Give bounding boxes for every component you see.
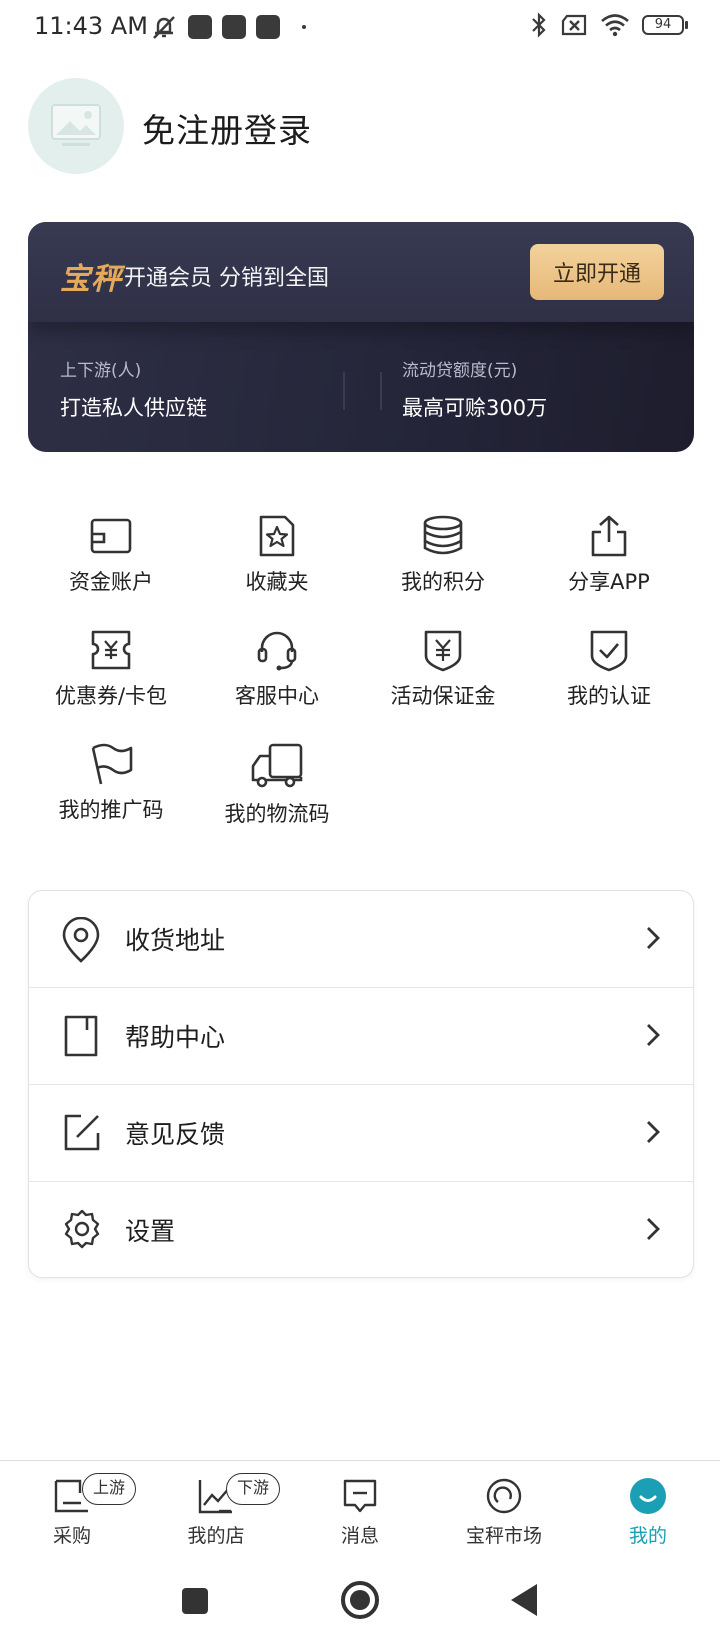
star-folder-icon bbox=[259, 515, 295, 557]
nav-label: 我的店 bbox=[187, 1525, 245, 1547]
wallet-icon bbox=[90, 518, 132, 554]
vip-brand-logo: 宝秤 bbox=[60, 262, 122, 297]
status-time: 11:43 AM bbox=[34, 12, 148, 40]
share-icon bbox=[591, 515, 627, 557]
status-right-icons: 94 bbox=[530, 12, 688, 38]
notification-icon bbox=[222, 15, 246, 39]
grid-label: 客服中心 bbox=[235, 684, 319, 708]
menu-item-help[interactable]: 帮助中心 bbox=[29, 988, 693, 1084]
menu-item-settings[interactable]: 设置 bbox=[29, 1182, 693, 1277]
vip-slogan: 开通会员 分销到全国 bbox=[124, 266, 329, 291]
avatar-placeholder-icon bbox=[51, 104, 101, 146]
stat-value-credit: 最高可赊300万 bbox=[402, 396, 548, 420]
notification-icon bbox=[188, 15, 212, 39]
notification-icon bbox=[256, 15, 280, 39]
status-bar: 11:43 AM 94 bbox=[0, 0, 720, 56]
menu-item-feedback[interactable]: 意见反馈 bbox=[29, 1085, 693, 1181]
nav-badge-upstream: 上游 bbox=[82, 1473, 137, 1505]
stat-label-partners: 上下游(人) bbox=[60, 361, 142, 381]
login-link[interactable]: 免注册登录 bbox=[142, 104, 312, 152]
grid-item-deposit[interactable]: 活动保证金 bbox=[360, 628, 526, 710]
edit-icon bbox=[64, 1114, 100, 1151]
grid-label: 资金账户 bbox=[69, 570, 153, 594]
market-icon bbox=[486, 1478, 522, 1514]
wifi-icon bbox=[601, 14, 629, 37]
chevron-right-icon bbox=[647, 1121, 660, 1143]
message-icon bbox=[343, 1479, 377, 1513]
menu-label: 收货地址 bbox=[125, 926, 226, 955]
nav-tab-purchase[interactable]: 上游 采购 bbox=[0, 1461, 144, 1561]
coins-icon bbox=[423, 515, 463, 555]
grid-label: 收藏夹 bbox=[245, 570, 309, 594]
menu-label: 帮助中心 bbox=[125, 1023, 226, 1052]
chevron-right-icon bbox=[647, 1218, 660, 1240]
bottom-nav: 上游 采购 下游 我的店 消息 宝秤市场 我的 bbox=[0, 1460, 720, 1561]
nav-label: 宝秤市场 bbox=[465, 1525, 542, 1547]
status-notifications bbox=[150, 14, 306, 40]
stat-label-credit: 流动贷额度(元) bbox=[402, 361, 518, 381]
vip-membership-card: 宝秤 开通会员 分销到全国 立即开通 上下游(人) 打造私人供应链 流动贷额度(… bbox=[28, 222, 694, 452]
truck-icon bbox=[251, 743, 303, 788]
coupon-icon bbox=[91, 630, 131, 670]
nav-tab-market[interactable]: 宝秤市场 bbox=[432, 1461, 576, 1561]
headset-icon bbox=[257, 631, 297, 671]
menu-label: 意见反馈 bbox=[125, 1120, 226, 1149]
menu-item-address[interactable]: 收货地址 bbox=[29, 891, 693, 987]
grid-item-share[interactable]: 分享APP bbox=[526, 514, 692, 596]
grid-item-wallet[interactable]: 资金账户 bbox=[28, 514, 194, 596]
home-icon[interactable] bbox=[340, 1580, 380, 1620]
shield-check-icon bbox=[590, 630, 628, 672]
avatar[interactable] bbox=[28, 78, 124, 174]
nav-label: 我的 bbox=[628, 1525, 667, 1547]
help-book-icon bbox=[64, 1015, 98, 1057]
nav-tab-profile[interactable]: 我的 bbox=[576, 1461, 720, 1561]
grid-item-service[interactable]: 客服中心 bbox=[194, 628, 360, 710]
gear-icon bbox=[64, 1209, 100, 1249]
open-membership-button[interactable]: 立即开通 bbox=[530, 244, 664, 300]
stat-divider bbox=[343, 372, 345, 410]
grid-item-logistics-code[interactable]: 我的物流码 bbox=[194, 742, 360, 828]
system-nav-bar bbox=[0, 1560, 720, 1650]
shield-yen-icon bbox=[424, 630, 462, 672]
nav-label: 消息 bbox=[340, 1525, 379, 1547]
menu-label: 设置 bbox=[125, 1217, 176, 1246]
grid-item-points[interactable]: 我的积分 bbox=[360, 514, 526, 596]
bluetooth-icon bbox=[532, 12, 546, 38]
stat-divider bbox=[380, 372, 382, 410]
more-notifications-dot bbox=[302, 25, 306, 29]
grid-item-promo-code[interactable]: 我的推广码 bbox=[28, 742, 194, 824]
location-icon bbox=[62, 917, 100, 963]
nav-label: 采购 bbox=[52, 1525, 91, 1547]
grid-item-verification[interactable]: 我的认证 bbox=[526, 628, 692, 710]
flag-icon bbox=[91, 743, 133, 785]
back-icon[interactable] bbox=[509, 1582, 539, 1618]
nav-tab-messages[interactable]: 消息 bbox=[288, 1461, 432, 1561]
grid-label: 分享APP bbox=[568, 570, 650, 594]
nav-tab-my-store[interactable]: 下游 我的店 bbox=[144, 1461, 288, 1561]
nav-badge-downstream: 下游 bbox=[226, 1473, 281, 1505]
no-sim-icon bbox=[561, 14, 587, 36]
settings-menu: 收货地址 帮助中心 意见反馈 设置 bbox=[28, 890, 694, 1278]
grid-item-favorites[interactable]: 收藏夹 bbox=[194, 514, 360, 596]
profile-face-icon bbox=[630, 1478, 666, 1514]
grid-label: 我的认证 bbox=[567, 684, 651, 708]
battery-indicator: 94 bbox=[642, 15, 688, 35]
recent-apps-icon[interactable] bbox=[181, 1587, 209, 1615]
mute-bell-icon bbox=[153, 16, 175, 39]
chevron-right-icon bbox=[647, 1024, 660, 1046]
grid-label: 活动保证金 bbox=[390, 684, 496, 708]
stat-value-partners: 打造私人供应链 bbox=[60, 396, 207, 420]
grid-label: 优惠券/卡包 bbox=[54, 684, 168, 708]
grid-label: 我的推广码 bbox=[58, 798, 164, 822]
grid-label: 我的积分 bbox=[401, 570, 485, 594]
grid-label: 我的物流码 bbox=[224, 802, 330, 826]
chevron-right-icon bbox=[647, 927, 660, 949]
grid-item-coupons[interactable]: 优惠券/卡包 bbox=[28, 628, 194, 710]
